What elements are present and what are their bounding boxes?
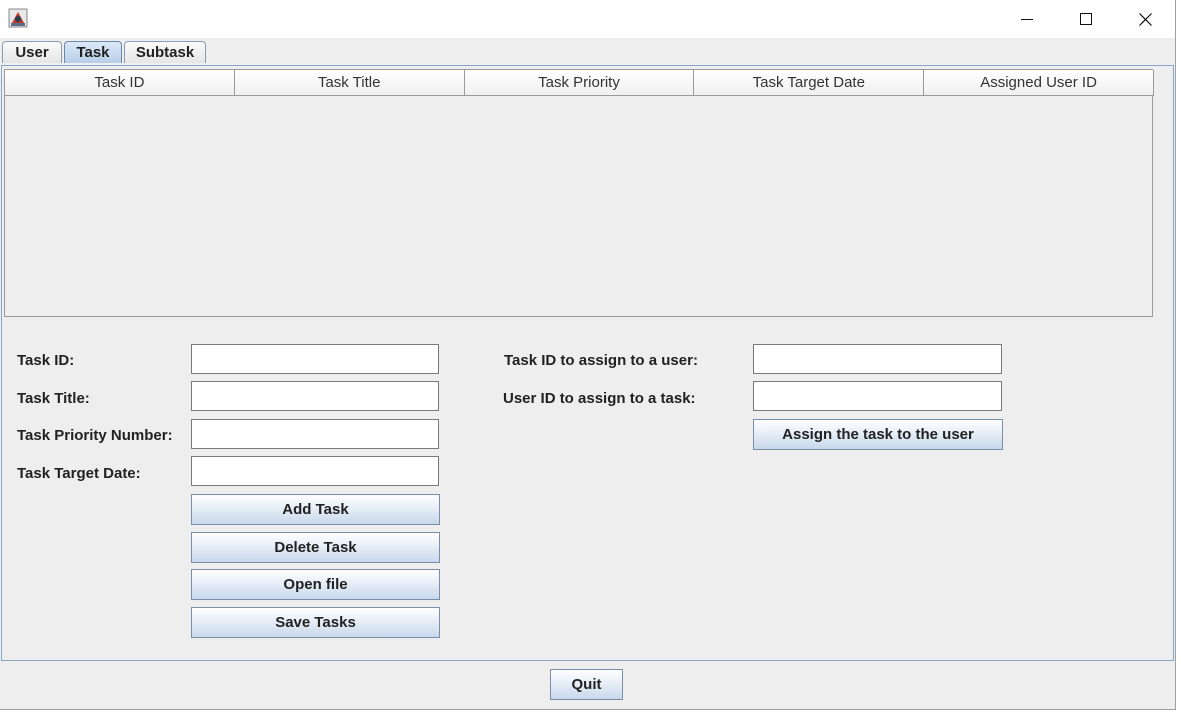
tab-user[interactable]: User: [2, 41, 62, 63]
java-app-icon: [8, 8, 28, 28]
close-icon: [1138, 12, 1152, 26]
column-header-assigned-user-id[interactable]: Assigned User ID: [924, 70, 1154, 96]
minimize-button[interactable]: [998, 0, 1056, 38]
task-id-field[interactable]: [191, 344, 439, 374]
delete-task-button[interactable]: Delete Task: [191, 532, 440, 563]
column-header-task-priority[interactable]: Task Priority: [464, 70, 695, 96]
task-priority-label: Task Priority Number:: [17, 427, 173, 444]
assign-task-button[interactable]: Assign the task to the user: [753, 419, 1003, 450]
column-header-task-id[interactable]: Task ID: [5, 70, 235, 96]
maximize-icon: [1080, 13, 1092, 25]
assign-user-id-label: User ID to assign to a task:: [503, 390, 696, 407]
minimize-icon: [1021, 19, 1033, 20]
assign-task-id-field[interactable]: [753, 344, 1002, 374]
maximize-button[interactable]: [1057, 0, 1115, 38]
task-table[interactable]: Task ID Task Title Task Priority Task Ta…: [4, 69, 1154, 317]
task-priority-field[interactable]: [191, 419, 439, 449]
task-title-field[interactable]: [191, 381, 439, 411]
task-panel: Task ID Task Title Task Priority Task Ta…: [1, 65, 1174, 661]
title-bar: [0, 0, 1175, 38]
task-target-date-field[interactable]: [191, 456, 439, 486]
column-header-task-target-date[interactable]: Task Target Date: [694, 70, 925, 96]
close-button[interactable]: [1116, 0, 1174, 38]
open-file-button[interactable]: Open file: [191, 569, 440, 600]
add-task-button[interactable]: Add Task: [191, 494, 440, 525]
tab-subtask[interactable]: Subtask: [124, 41, 206, 63]
task-id-label: Task ID:: [17, 352, 75, 369]
tab-task[interactable]: Task: [64, 41, 122, 63]
assign-user-id-field[interactable]: [753, 381, 1002, 411]
save-tasks-button[interactable]: Save Tasks: [191, 607, 440, 638]
quit-button[interactable]: Quit: [550, 669, 623, 700]
task-title-label: Task Title:: [17, 390, 90, 407]
table-header: Task ID Task Title Task Priority Task Ta…: [5, 70, 1154, 96]
app-window: User Task Subtask Task ID Task Title Tas…: [0, 0, 1176, 710]
task-target-date-label: Task Target Date:: [17, 465, 141, 482]
column-header-task-title[interactable]: Task Title: [234, 70, 465, 96]
assign-task-id-label: Task ID to assign to a user:: [504, 352, 698, 369]
